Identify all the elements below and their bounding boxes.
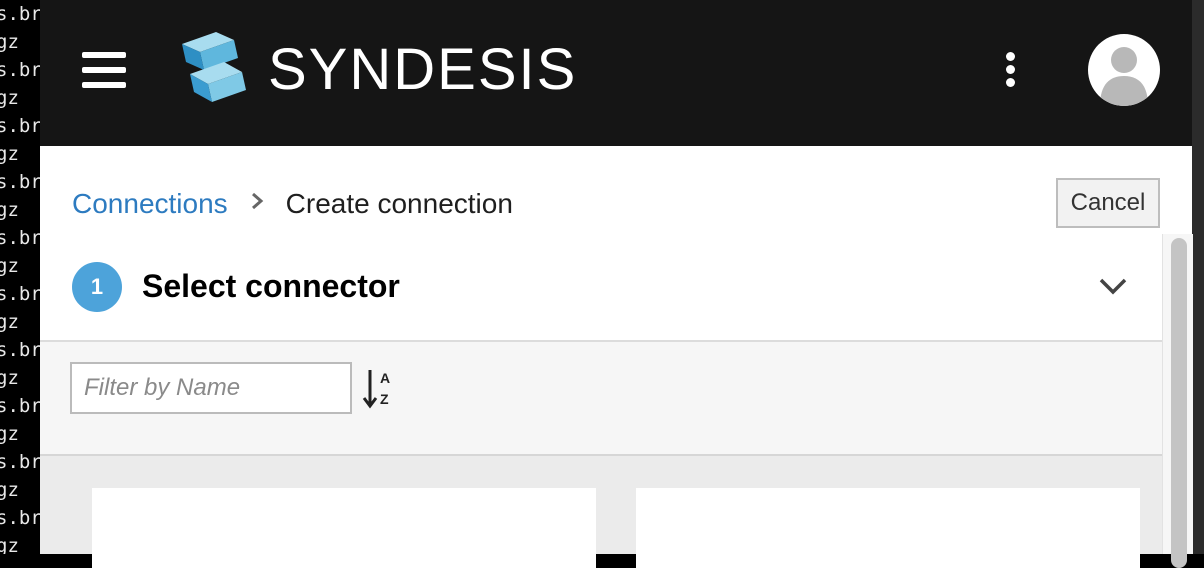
- terminal-line: s.br: [0, 283, 40, 305]
- chevron-down-icon[interactable]: [1098, 276, 1128, 296]
- terminal-line: s.br: [0, 171, 40, 193]
- terminal-line: s.br: [0, 59, 40, 81]
- kebab-menu-icon[interactable]: [1002, 52, 1018, 88]
- connector-card[interactable]: [636, 488, 1140, 568]
- cancel-button[interactable]: Cancel: [1056, 178, 1160, 228]
- terminal-line: gz: [0, 199, 19, 221]
- sort-letter-a: A: [380, 370, 390, 386]
- scrollbar[interactable]: [1162, 234, 1193, 568]
- terminal-line: gz: [0, 31, 19, 53]
- terminal-line: gz: [0, 423, 19, 445]
- top-navbar: SYNDESIS: [40, 0, 1192, 146]
- connector-card[interactable]: [92, 488, 596, 568]
- breadcrumb-separator-icon: [250, 191, 264, 217]
- terminal-line: gz: [0, 87, 19, 109]
- step-title: Select connector: [142, 268, 400, 304]
- terminal-line: s.br: [0, 395, 40, 417]
- terminal-line: s.br: [0, 227, 40, 249]
- user-avatar-icon[interactable]: [1088, 34, 1160, 106]
- terminal-line: gz: [0, 479, 19, 501]
- main-content: Connections Create connection Cancel 1 S…: [40, 146, 1193, 568]
- terminal-line: gz: [0, 535, 19, 554]
- sort-alpha-icon[interactable]: A Z: [362, 368, 396, 410]
- breadcrumb: Connections Create connection: [72, 186, 513, 222]
- filter-toolbar: A Z: [40, 342, 1162, 456]
- syndesis-logo-icon: [182, 32, 246, 102]
- terminal-background: s.br gz s.br gz s.br gz s.br gz s.br gz s.br gz s.br…: [0, 0, 40, 554]
- breadcrumb-current: Create connection: [285, 188, 513, 219]
- terminal-line: s.br: [0, 115, 40, 137]
- window-edge: [1192, 0, 1204, 554]
- scrollbar-thumb[interactable]: [1171, 238, 1187, 568]
- brand-name: SYNDESIS: [268, 37, 578, 102]
- terminal-line: s.br: [0, 451, 40, 473]
- sort-letter-z: Z: [380, 391, 389, 407]
- terminal-line: s.br: [0, 339, 40, 361]
- filter-by-name-input[interactable]: [70, 362, 352, 414]
- terminal-line: gz: [0, 143, 19, 165]
- hamburger-menu-icon[interactable]: [82, 50, 126, 90]
- breadcrumb-connections-link[interactable]: Connections: [72, 188, 228, 220]
- terminal-line: gz: [0, 311, 19, 333]
- terminal-line: gz: [0, 255, 19, 277]
- connector-card-list: [40, 456, 1162, 568]
- terminal-line: s.br: [0, 3, 40, 25]
- step-header[interactable]: 1 Select connector: [40, 234, 1162, 342]
- terminal-line: gz: [0, 367, 19, 389]
- terminal-line: s.br: [0, 507, 40, 529]
- step-number-badge: 1: [72, 262, 122, 312]
